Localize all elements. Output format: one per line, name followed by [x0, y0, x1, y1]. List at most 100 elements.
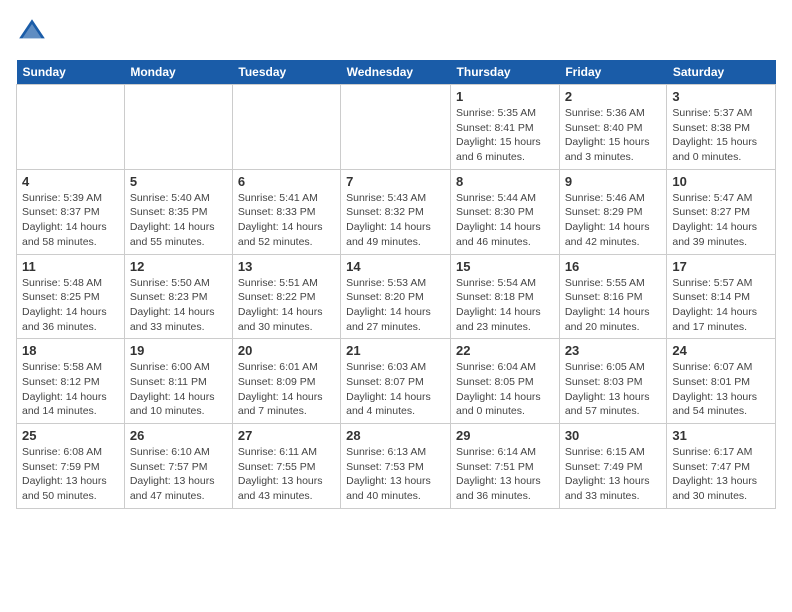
calendar-cell: 15 Sunrise: 5:54 AMSunset: 8:18 PMDayligh…	[451, 254, 560, 339]
day-number: 18	[22, 343, 119, 358]
day-info: Sunrise: 6:08 AMSunset: 7:59 PMDaylight:…	[22, 445, 119, 504]
day-number: 4	[22, 174, 119, 189]
day-number: 9	[565, 174, 662, 189]
header-monday: Monday	[124, 60, 232, 85]
calendar-cell: 5Sunrise: 5:40 AMSunset: 8:35 PMDaylight…	[124, 169, 232, 254]
day-info: Sunrise: 5:44 AMSunset: 8:30 PMDaylight:…	[456, 191, 554, 250]
header-tuesday: Tuesday	[232, 60, 340, 85]
day-info: Sunrise: 5:47 AMSunset: 8:27 PMDaylight:…	[672, 191, 770, 250]
day-number: 1	[456, 89, 554, 104]
header-wednesday: Wednesday	[341, 60, 451, 85]
day-info: Sunrise: 5:53 AMSunset: 8:20 PMDaylight:…	[346, 276, 445, 335]
day-info: Sunrise: 5:51 AMSunset: 8:22 PMDaylight:…	[238, 276, 335, 335]
calendar-cell: 17 Sunrise: 5:57 AMSunset: 8:14 PMDayligh…	[667, 254, 776, 339]
day-info: Sunrise: 5:55 AMSunset: 8:16 PMDaylight:…	[565, 276, 662, 335]
day-info: Sunrise: 5:35 AMSunset: 8:41 PMDaylight:…	[456, 106, 554, 165]
calendar-cell: 8Sunrise: 5:44 AMSunset: 8:30 PMDaylight…	[451, 169, 560, 254]
day-number: 25	[22, 428, 119, 443]
calendar-cell	[124, 85, 232, 170]
day-info: Sunrise: 6:15 AMSunset: 7:49 PMDaylight:…	[565, 445, 662, 504]
calendar-cell: 18 Sunrise: 5:58 AMSunset: 8:12 PMDayligh…	[17, 339, 125, 424]
day-number: 7	[346, 174, 445, 189]
header-saturday: Saturday	[667, 60, 776, 85]
calendar-cell: 26 Sunrise: 6:10 AMSunset: 7:57 PMDayligh…	[124, 424, 232, 509]
day-number: 31	[672, 428, 770, 443]
day-info: Sunrise: 5:39 AMSunset: 8:37 PMDaylight:…	[22, 191, 119, 250]
day-info: Sunrise: 5:46 AMSunset: 8:29 PMDaylight:…	[565, 191, 662, 250]
day-number: 23	[565, 343, 662, 358]
day-info: Sunrise: 5:43 AMSunset: 8:32 PMDaylight:…	[346, 191, 445, 250]
day-number: 27	[238, 428, 335, 443]
calendar-table: SundayMondayTuesdayWednesdayThursdayFrid…	[16, 60, 776, 509]
day-number: 21	[346, 343, 445, 358]
calendar-cell: 24 Sunrise: 6:07 AMSunset: 8:01 PMDayligh…	[667, 339, 776, 424]
day-info: Sunrise: 6:00 AMSunset: 8:11 PMDaylight:…	[130, 360, 227, 419]
day-info: Sunrise: 5:57 AMSunset: 8:14 PMDaylight:…	[672, 276, 770, 335]
day-info: Sunrise: 6:01 AMSunset: 8:09 PMDaylight:…	[238, 360, 335, 419]
calendar-cell: 31 Sunrise: 6:17 AMSunset: 7:47 PMDayligh…	[667, 424, 776, 509]
day-number: 20	[238, 343, 335, 358]
logo	[16, 16, 52, 48]
day-info: Sunrise: 6:10 AMSunset: 7:57 PMDaylight:…	[130, 445, 227, 504]
day-number: 28	[346, 428, 445, 443]
calendar-cell: 14 Sunrise: 5:53 AMSunset: 8:20 PMDayligh…	[341, 254, 451, 339]
header-sunday: Sunday	[17, 60, 125, 85]
day-info: Sunrise: 6:05 AMSunset: 8:03 PMDaylight:…	[565, 360, 662, 419]
day-number: 5	[130, 174, 227, 189]
day-number: 3	[672, 89, 770, 104]
calendar-cell: 19Sunrise: 6:00 AMSunset: 8:11 PMDayligh…	[124, 339, 232, 424]
calendar-cell: 6 Sunrise: 5:41 AMSunset: 8:33 PMDaylight…	[232, 169, 340, 254]
calendar-cell	[232, 85, 340, 170]
day-info: Sunrise: 6:04 AMSunset: 8:05 PMDaylight:…	[456, 360, 554, 419]
calendar-cell: 22 Sunrise: 6:04 AMSunset: 8:05 PMDayligh…	[451, 339, 560, 424]
day-info: Sunrise: 5:37 AMSunset: 8:38 PMDaylight:…	[672, 106, 770, 165]
day-info: Sunrise: 5:48 AMSunset: 8:25 PMDaylight:…	[22, 276, 119, 335]
calendar-cell	[17, 85, 125, 170]
day-number: 26	[130, 428, 227, 443]
day-number: 10	[672, 174, 770, 189]
day-info: Sunrise: 6:14 AMSunset: 7:51 PMDaylight:…	[456, 445, 554, 504]
day-number: 29	[456, 428, 554, 443]
week-row-3: 11 Sunrise: 5:48 AMSunset: 8:25 PMDayligh…	[17, 254, 776, 339]
calendar-cell: 25 Sunrise: 6:08 AMSunset: 7:59 PMDayligh…	[17, 424, 125, 509]
day-info: Sunrise: 6:11 AMSunset: 7:55 PMDaylight:…	[238, 445, 335, 504]
day-number: 15	[456, 259, 554, 274]
day-number: 22	[456, 343, 554, 358]
calendar-header-row: SundayMondayTuesdayWednesdayThursdayFrid…	[17, 60, 776, 85]
day-info: Sunrise: 6:07 AMSunset: 8:01 PMDaylight:…	[672, 360, 770, 419]
day-number: 6	[238, 174, 335, 189]
calendar-cell: 20 Sunrise: 6:01 AMSunset: 8:09 PMDayligh…	[232, 339, 340, 424]
header-friday: Friday	[559, 60, 667, 85]
calendar-cell: 3 Sunrise: 5:37 AMSunset: 8:38 PMDaylight…	[667, 85, 776, 170]
calendar-cell: 30 Sunrise: 6:15 AMSunset: 7:49 PMDayligh…	[559, 424, 667, 509]
week-row-2: 4 Sunrise: 5:39 AMSunset: 8:37 PMDaylight…	[17, 169, 776, 254]
day-number: 30	[565, 428, 662, 443]
day-number: 14	[346, 259, 445, 274]
calendar-cell	[341, 85, 451, 170]
calendar-cell: 1 Sunrise: 5:35 AMSunset: 8:41 PMDaylight…	[451, 85, 560, 170]
day-info: Sunrise: 6:13 AMSunset: 7:53 PMDaylight:…	[346, 445, 445, 504]
header-thursday: Thursday	[451, 60, 560, 85]
day-info: Sunrise: 5:50 AMSunset: 8:23 PMDaylight:…	[130, 276, 227, 335]
day-number: 2	[565, 89, 662, 104]
day-number: 12	[130, 259, 227, 274]
day-number: 17	[672, 259, 770, 274]
day-info: Sunrise: 5:41 AMSunset: 8:33 PMDaylight:…	[238, 191, 335, 250]
week-row-5: 25 Sunrise: 6:08 AMSunset: 7:59 PMDayligh…	[17, 424, 776, 509]
day-number: 16	[565, 259, 662, 274]
day-number: 13	[238, 259, 335, 274]
day-number: 24	[672, 343, 770, 358]
day-info: Sunrise: 6:17 AMSunset: 7:47 PMDaylight:…	[672, 445, 770, 504]
week-row-1: 1 Sunrise: 5:35 AMSunset: 8:41 PMDaylight…	[17, 85, 776, 170]
day-info: Sunrise: 5:54 AMSunset: 8:18 PMDaylight:…	[456, 276, 554, 335]
calendar-cell: 21Sunrise: 6:03 AMSunset: 8:07 PMDayligh…	[341, 339, 451, 424]
day-info: Sunrise: 5:36 AMSunset: 8:40 PMDaylight:…	[565, 106, 662, 165]
calendar-cell: 10 Sunrise: 5:47 AMSunset: 8:27 PMDayligh…	[667, 169, 776, 254]
logo-icon	[16, 16, 48, 48]
day-info: Sunrise: 5:58 AMSunset: 8:12 PMDaylight:…	[22, 360, 119, 419]
week-row-4: 18 Sunrise: 5:58 AMSunset: 8:12 PMDayligh…	[17, 339, 776, 424]
calendar-cell: 13 Sunrise: 5:51 AMSunset: 8:22 PMDayligh…	[232, 254, 340, 339]
calendar-cell: 29 Sunrise: 6:14 AMSunset: 7:51 PMDayligh…	[451, 424, 560, 509]
calendar-cell: 12 Sunrise: 5:50 AMSunset: 8:23 PMDayligh…	[124, 254, 232, 339]
day-number: 11	[22, 259, 119, 274]
